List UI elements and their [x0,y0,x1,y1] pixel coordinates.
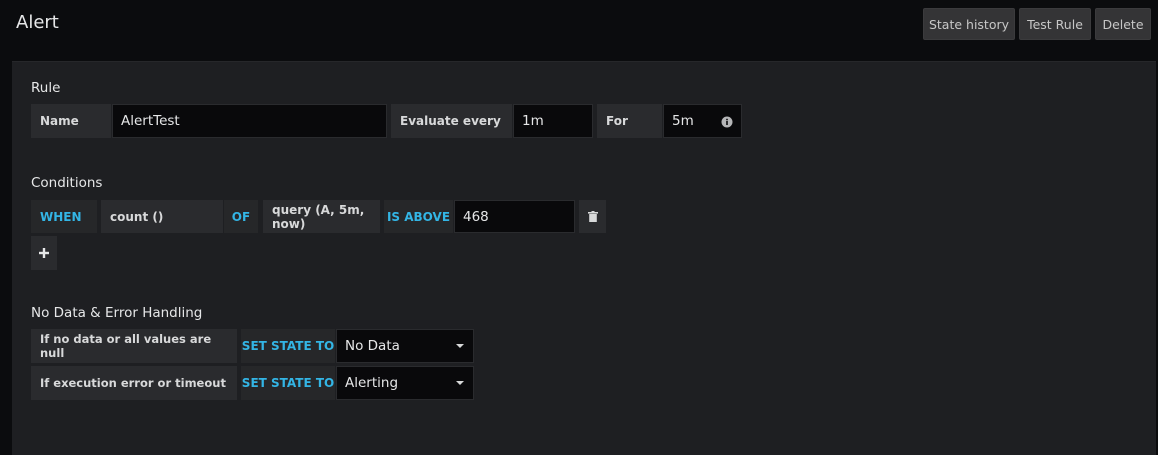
error-state-value: Alerting [345,375,399,391]
error-label: If execution error or timeout [31,366,237,400]
threshold-input[interactable]: 468 [454,200,575,233]
evaluate-every-label: Evaluate every [391,104,512,138]
info-icon[interactable] [721,116,733,128]
evaluator-select[interactable]: IS ABOVE [384,200,453,233]
for-value: 5m [672,113,694,129]
no-data-set-state-keyword: SET STATE TO [241,329,335,363]
conditions-section-title: Conditions [31,175,103,191]
chevron-down-icon [456,381,464,385]
trash-icon [587,211,598,222]
rule-section-title: Rule [31,80,61,96]
delete-button[interactable]: Delete [1095,8,1151,40]
no-data-section-title: No Data & Error Handling [31,305,203,321]
name-input[interactable]: AlertTest [112,104,387,138]
test-rule-button[interactable]: Test Rule [1019,8,1091,40]
no-data-state-value: No Data [345,338,400,354]
for-input[interactable]: 5m [663,104,742,138]
when-keyword: WHEN [31,200,97,233]
no-data-state-select[interactable]: No Data [336,329,474,363]
state-history-button[interactable]: State history [923,8,1015,40]
evaluate-every-input[interactable]: 1m [513,104,593,138]
reducer-select[interactable]: count () [101,200,223,233]
add-condition-button[interactable] [31,236,57,270]
of-keyword: OF [224,200,258,233]
error-state-select[interactable]: Alerting [336,366,474,400]
chevron-down-icon [456,344,464,348]
query-select[interactable]: query (A, 5m, now) [263,200,380,233]
no-data-label: If no data or all values are null [31,329,237,363]
delete-condition-button[interactable] [579,200,606,233]
for-label: For [597,104,662,138]
page-title: Alert [16,12,59,33]
error-set-state-keyword: SET STATE TO [241,366,335,400]
plus-icon [39,248,49,258]
name-label: Name [31,104,111,138]
